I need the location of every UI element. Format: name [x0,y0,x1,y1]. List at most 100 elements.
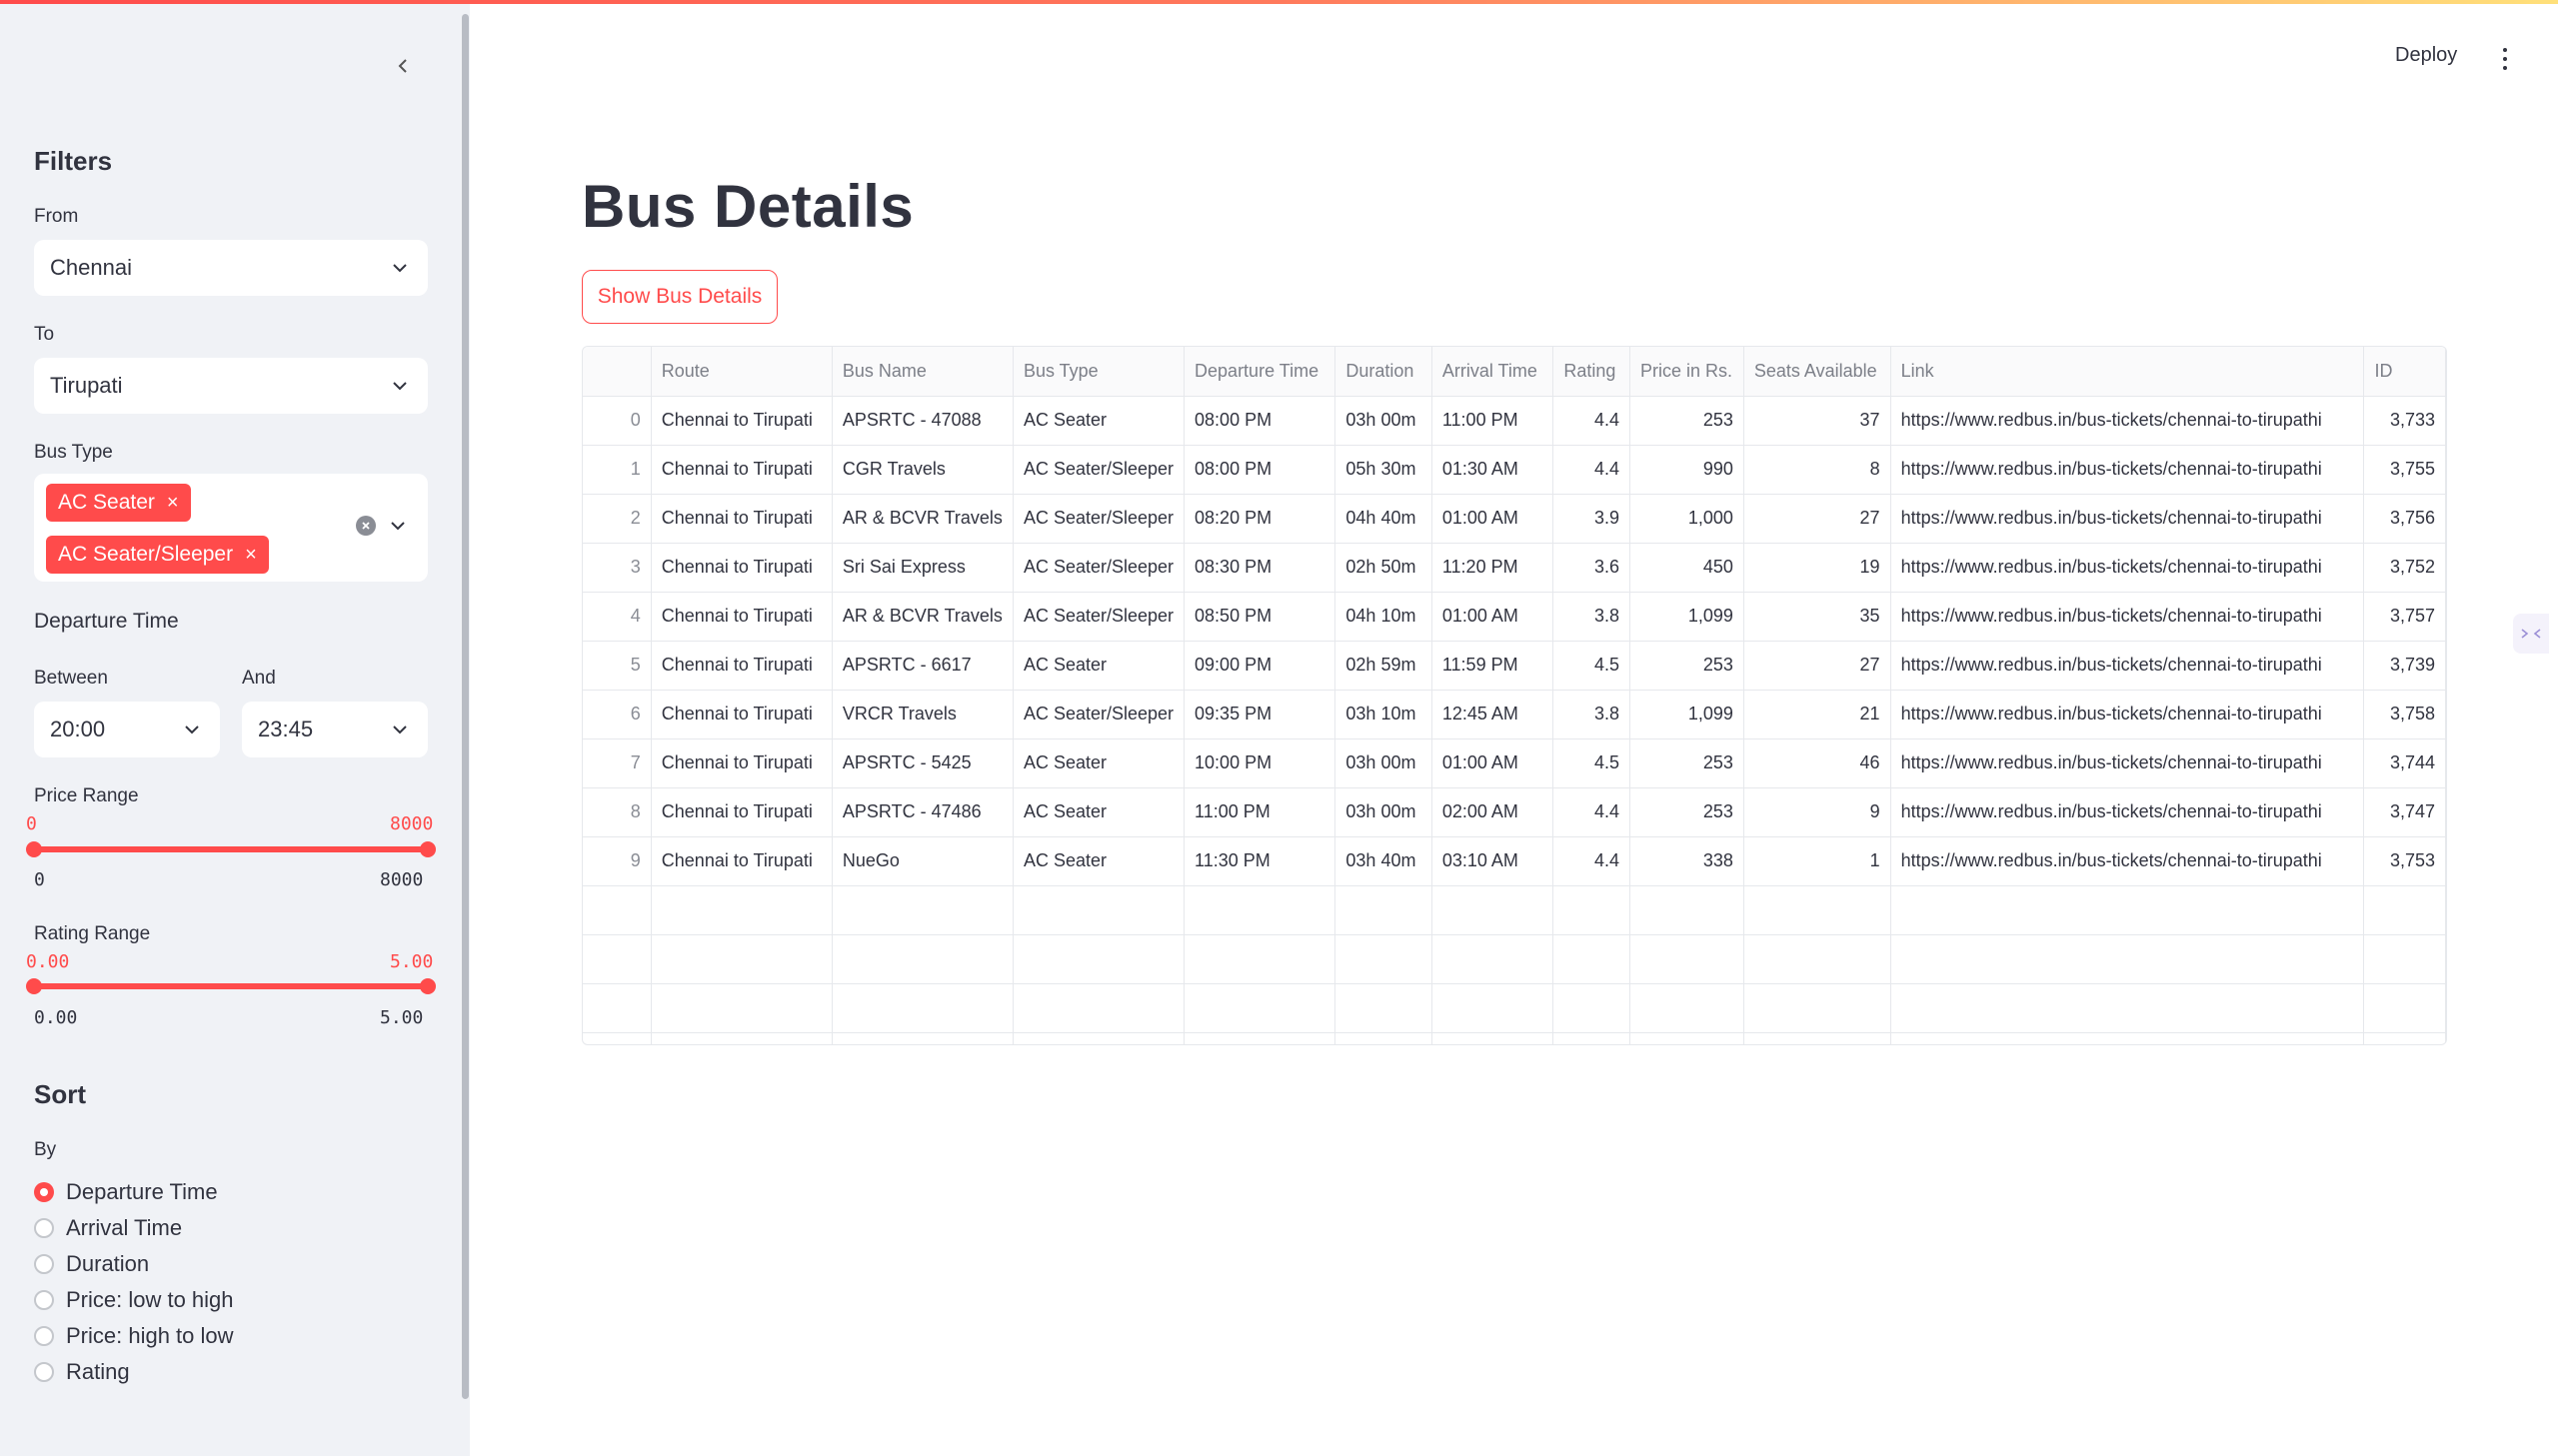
table-cell[interactable]: 11:59 PM [1431,641,1554,691]
collapse-sidebar-button[interactable] [386,48,422,84]
column-header[interactable]: ID [2363,347,2446,397]
table-row[interactable]: 2 Chennai to Tirupati AR & BCVR Travels AC … [583,494,2446,544]
table-cell[interactable]: 02:00 AM [1431,787,1554,837]
row-index-cell[interactable]: 7 [583,738,652,788]
table-cell[interactable]: 03:10 AM [1431,836,1554,886]
table-cell[interactable]: 253 [1629,787,1744,837]
table-cell[interactable]: 27 [1743,641,1891,691]
table-cell[interactable]: 3.8 [1552,690,1630,739]
table-row[interactable]: 6 Chennai to Tirupati VRCR Travels AC Seate… [583,690,2446,739]
rating-min-handle[interactable] [26,978,42,994]
column-header[interactable]: Seats Available [1743,347,1891,397]
chevron-down-icon[interactable] [386,514,410,538]
bus-type-tag[interactable]: AC Seater × [46,484,191,522]
table-cell[interactable]: AC Seater [1013,836,1186,886]
deploy-button[interactable]: Deploy [2395,44,2457,67]
table-cell[interactable]: 01:00 AM [1431,494,1554,544]
table-cell[interactable]: 08:00 PM [1184,445,1336,495]
kebab-menu-icon[interactable] [2495,46,2515,72]
table-cell[interactable]: https://www.redbus.in/bus-tickets/chenna… [1890,592,2365,642]
table-cell[interactable]: 08:30 PM [1184,543,1336,593]
column-header[interactable]: Duration [1334,347,1432,397]
table-cell[interactable]: https://www.redbus.in/bus-tickets/chenna… [1890,641,2365,691]
column-header[interactable]: Bus Name [832,347,1014,397]
sort-option-departure-time[interactable]: Departure Time [34,1179,218,1205]
sort-option-duration[interactable]: Duration [34,1251,149,1277]
table-cell[interactable]: 4.4 [1552,445,1630,495]
sort-option-price-high-low[interactable]: Price: high to low [34,1323,234,1349]
table-cell[interactable]: 10:00 PM [1184,738,1336,788]
table-cell[interactable]: 02h 59m [1334,641,1432,691]
table-cell[interactable]: 11:20 PM [1431,543,1554,593]
table-cell[interactable]: 27 [1743,494,1891,544]
table-cell[interactable]: 04h 40m [1334,494,1432,544]
table-cell[interactable]: 09:00 PM [1184,641,1336,691]
table-cell[interactable]: AC Seater [1013,787,1186,837]
row-index-cell[interactable]: 2 [583,494,652,544]
table-cell[interactable]: 02h 50m [1334,543,1432,593]
rating-max-handle[interactable] [420,978,436,994]
table-cell[interactable]: 03h 40m [1334,836,1432,886]
table-row[interactable]: 9 Chennai to Tirupati NueGo AC Seater 11:30 … [583,836,2446,886]
table-cell[interactable]: 19 [1743,543,1891,593]
table-cell[interactable]: https://www.redbus.in/bus-tickets/chenna… [1890,787,2365,837]
table-cell[interactable]: 3,758 [2363,690,2446,739]
table-cell[interactable]: https://www.redbus.in/bus-tickets/chenna… [1890,738,2365,788]
table-cell[interactable]: AC Seater/Sleeper [1013,690,1186,739]
rating-range-slider[interactable] [34,983,428,989]
column-header[interactable]: Arrival Time [1431,347,1554,397]
table-row[interactable]: 0 Chennai to Tirupati APSRTC - 47088 AC Sea… [583,396,2446,446]
table-cell[interactable]: Chennai to Tirupati [651,592,833,642]
table-cell[interactable]: 11:00 PM [1431,396,1554,446]
table-cell[interactable]: VRCR Travels [832,690,1014,739]
clear-circle-icon[interactable] [356,516,376,536]
table-cell[interactable]: 11:30 PM [1184,836,1336,886]
table-cell[interactable]: AR & BCVR Travels [832,592,1014,642]
table-cell[interactable]: Chennai to Tirupati [651,738,833,788]
table-cell[interactable]: https://www.redbus.in/bus-tickets/chenna… [1890,690,2365,739]
price-min-handle[interactable] [26,841,42,857]
table-cell[interactable]: 03h 00m [1334,738,1432,788]
table-cell[interactable]: 8 [1743,445,1891,495]
table-cell[interactable]: AC Seater [1013,738,1186,788]
bus-type-tag[interactable]: AC Seater/Sleeper × [46,536,269,574]
table-cell[interactable]: APSRTC - 6617 [832,641,1014,691]
table-row[interactable]: 7 Chennai to Tirupati APSRTC - 5425 AC Seat… [583,738,2446,788]
price-range-slider[interactable] [34,846,428,852]
table-cell[interactable]: 3.6 [1552,543,1630,593]
index-header[interactable] [583,347,652,397]
table-cell[interactable]: 9 [1743,787,1891,837]
table-cell[interactable]: https://www.redbus.in/bus-tickets/chenna… [1890,396,2365,446]
table-cell[interactable]: Chennai to Tirupati [651,787,833,837]
remove-tag-icon[interactable]: × [245,544,257,567]
table-cell[interactable]: 4.5 [1552,641,1630,691]
table-cell[interactable]: 3,757 [2363,592,2446,642]
table-cell[interactable]: 1,099 [1629,690,1744,739]
departure-between-select[interactable]: 20:00 [34,702,220,757]
table-cell[interactable]: Chennai to Tirupati [651,641,833,691]
table-cell[interactable]: 04h 10m [1334,592,1432,642]
table-cell[interactable]: 4.4 [1552,787,1630,837]
table-cell[interactable]: AR & BCVR Travels [832,494,1014,544]
sort-option-rating[interactable]: Rating [34,1359,130,1385]
table-cell[interactable]: 3,755 [2363,445,2446,495]
table-cell[interactable]: 3,756 [2363,494,2446,544]
table-cell[interactable]: 4.5 [1552,738,1630,788]
table-cell[interactable]: 3,752 [2363,543,2446,593]
remove-tag-icon[interactable]: × [167,492,179,515]
table-cell[interactable]: Chennai to Tirupati [651,836,833,886]
table-row[interactable]: 4 Chennai to Tirupati AR & BCVR Travels AC … [583,592,2446,642]
column-header[interactable]: Rating [1552,347,1630,397]
row-index-cell[interactable]: 3 [583,543,652,593]
table-cell[interactable]: 01:00 AM [1431,738,1554,788]
table-cell[interactable]: https://www.redbus.in/bus-tickets/chenna… [1890,445,2365,495]
table-cell[interactable]: AC Seater/Sleeper [1013,445,1186,495]
table-cell[interactable]: 1 [1743,836,1891,886]
table-cell[interactable]: 3,739 [2363,641,2446,691]
column-header[interactable]: Link [1890,347,2365,397]
table-cell[interactable]: 253 [1629,738,1744,788]
table-cell[interactable]: 03h 00m [1334,787,1432,837]
row-index-cell[interactable]: 5 [583,641,652,691]
table-cell[interactable]: 09:35 PM [1184,690,1336,739]
departure-and-select[interactable]: 23:45 [242,702,428,757]
